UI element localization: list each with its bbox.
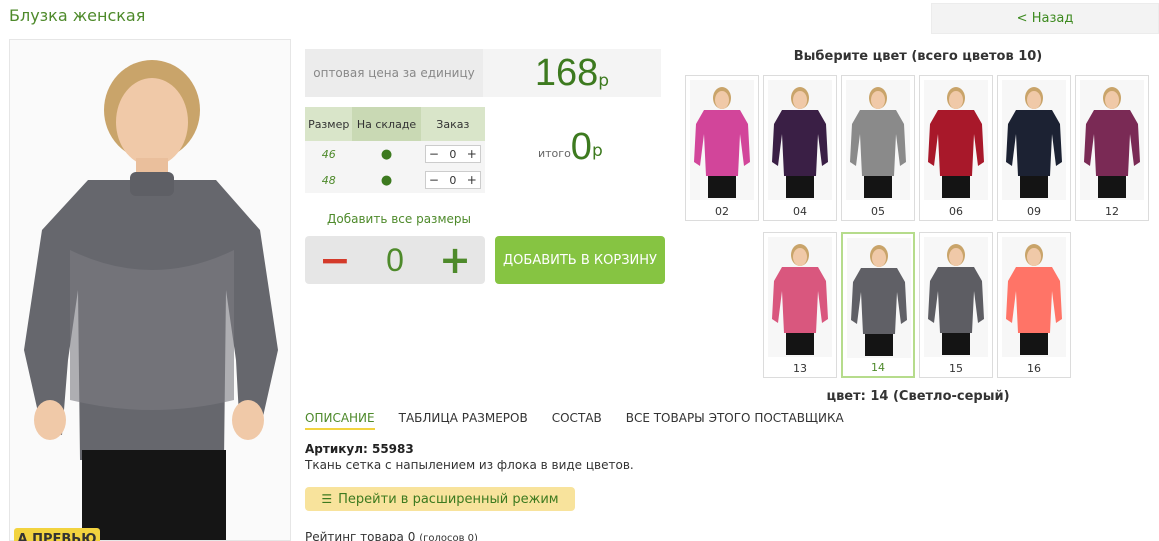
- order-qty[interactable]: 0: [449, 174, 456, 187]
- add-all-sizes-link[interactable]: Добавить все размеры: [327, 212, 471, 226]
- rating-label: Рейтинг товара 0: [305, 530, 416, 541]
- swatch-code: 15: [949, 362, 963, 375]
- swatch-thumbnail: [690, 80, 754, 200]
- product-description: Ткань сетка с напылением из флока в виде…: [305, 458, 634, 472]
- swatch-code: 14: [871, 361, 885, 374]
- quantity-decrement-button[interactable]: −: [319, 241, 351, 279]
- stock-header: На складе: [352, 107, 421, 141]
- color-swatch-15[interactable]: 15: [919, 232, 993, 378]
- unit-price: 168 р: [483, 49, 661, 97]
- swatch-thumbnail: [1080, 80, 1144, 200]
- product-main-image[interactable]: [9, 39, 291, 541]
- color-picker-title: Выберите цвет (всего цветов 10): [793, 49, 1043, 64]
- swatch-thumbnail: [924, 80, 988, 200]
- swatch-code: 06: [949, 205, 963, 218]
- color-swatch-06[interactable]: 06: [919, 75, 993, 221]
- quantity-value[interactable]: 0: [386, 242, 404, 279]
- quantity-increment-button[interactable]: +: [439, 241, 471, 279]
- sizes-table: Размер На складе Заказ 46 ● − 0 + 48 ● −…: [305, 107, 485, 193]
- order-total: итого 0 р: [538, 128, 603, 166]
- tab-size-chart[interactable]: ТАБЛИЦА РАЗМЕРОВ: [399, 411, 528, 430]
- list-icon: ☰: [321, 492, 333, 506]
- unit-price-label: оптовая цена за единицу: [305, 49, 483, 97]
- swatch-code: 02: [715, 205, 729, 218]
- increment-button[interactable]: +: [467, 147, 477, 161]
- color-swatch-04[interactable]: 04: [763, 75, 837, 221]
- total-currency: р: [591, 141, 603, 161]
- tab-supplier-items[interactable]: ВСЕ ТОВАРЫ ЭТОГО ПОСТАВЩИКА: [626, 411, 844, 430]
- decrement-button[interactable]: −: [429, 173, 439, 187]
- order-stepper[interactable]: − 0 +: [424, 145, 481, 163]
- add-to-cart-button[interactable]: ДОБАВИТЬ В КОРЗИНУ: [495, 236, 665, 284]
- swatch-code: 09: [1027, 205, 1041, 218]
- tab-description[interactable]: ОПИСАНИЕ: [305, 411, 375, 430]
- color-swatch-05[interactable]: 05: [841, 75, 915, 221]
- advanced-mode-label: Перейти в расширенный режим: [338, 491, 559, 507]
- color-swatch-12[interactable]: 12: [1075, 75, 1149, 221]
- color-swatch-13[interactable]: 13: [763, 232, 837, 378]
- in-stock-indicator: ●: [352, 167, 421, 193]
- advanced-mode-button[interactable]: ☰ Перейти в расширенный режим: [305, 487, 575, 511]
- rating-votes: (голосов 0): [419, 533, 478, 541]
- swatch-code: 04: [793, 205, 807, 218]
- order-header: Заказ: [420, 107, 485, 141]
- preview-tag[interactable]: А ПРЕВЬЮ: [14, 528, 100, 541]
- quantity-stepper[interactable]: − 0 +: [305, 236, 485, 284]
- color-swatch-16[interactable]: 16: [997, 232, 1071, 378]
- swatch-thumbnail: [768, 237, 832, 357]
- swatch-thumbnail: [847, 238, 911, 358]
- order-cell: − 0 +: [420, 167, 485, 193]
- swatch-code: 13: [793, 362, 807, 375]
- table-row: 48 ● − 0 +: [305, 167, 485, 193]
- total-value: 0: [570, 126, 592, 168]
- unit-price-currency: р: [598, 71, 610, 91]
- swatch-thumbnail: [1002, 237, 1066, 357]
- color-swatch-02[interactable]: 02: [685, 75, 759, 221]
- color-swatch-14[interactable]: 14: [841, 232, 915, 378]
- size-cell: 46: [305, 141, 353, 167]
- back-button[interactable]: < Назад: [931, 3, 1159, 34]
- product-tabs: ОПИСАНИЕ ТАБЛИЦА РАЗМЕРОВ СОСТАВ ВСЕ ТОВ…: [305, 411, 868, 430]
- tab-composition[interactable]: СОСТАВ: [552, 411, 602, 430]
- decrement-button[interactable]: −: [429, 147, 439, 161]
- swatch-thumbnail: [846, 80, 910, 200]
- swatch-code: 05: [871, 205, 885, 218]
- swatch-thumbnail: [768, 80, 832, 200]
- order-stepper[interactable]: − 0 +: [424, 171, 481, 189]
- product-rating: Рейтинг товара 0 (голосов 0): [305, 530, 478, 541]
- selected-color-label: цвет: 14 (Светло-серый): [826, 389, 1010, 404]
- increment-button[interactable]: +: [467, 173, 477, 187]
- swatch-code: 12: [1105, 205, 1119, 218]
- page-title: Блузка женская: [9, 6, 146, 25]
- size-header: Размер: [305, 107, 353, 141]
- swatch-thumbnail: [1002, 80, 1066, 200]
- color-swatch-09[interactable]: 09: [997, 75, 1071, 221]
- in-stock-indicator: ●: [352, 141, 421, 167]
- product-sku: Артикул: 55983: [305, 442, 414, 456]
- order-qty[interactable]: 0: [449, 148, 456, 161]
- swatch-code: 16: [1027, 362, 1041, 375]
- swatch-thumbnail: [924, 237, 988, 357]
- size-cell: 48: [305, 167, 353, 193]
- order-cell: − 0 +: [420, 141, 485, 167]
- unit-price-value: 168: [534, 51, 599, 94]
- table-row: 46 ● − 0 +: [305, 141, 485, 167]
- total-label: итого: [538, 147, 571, 160]
